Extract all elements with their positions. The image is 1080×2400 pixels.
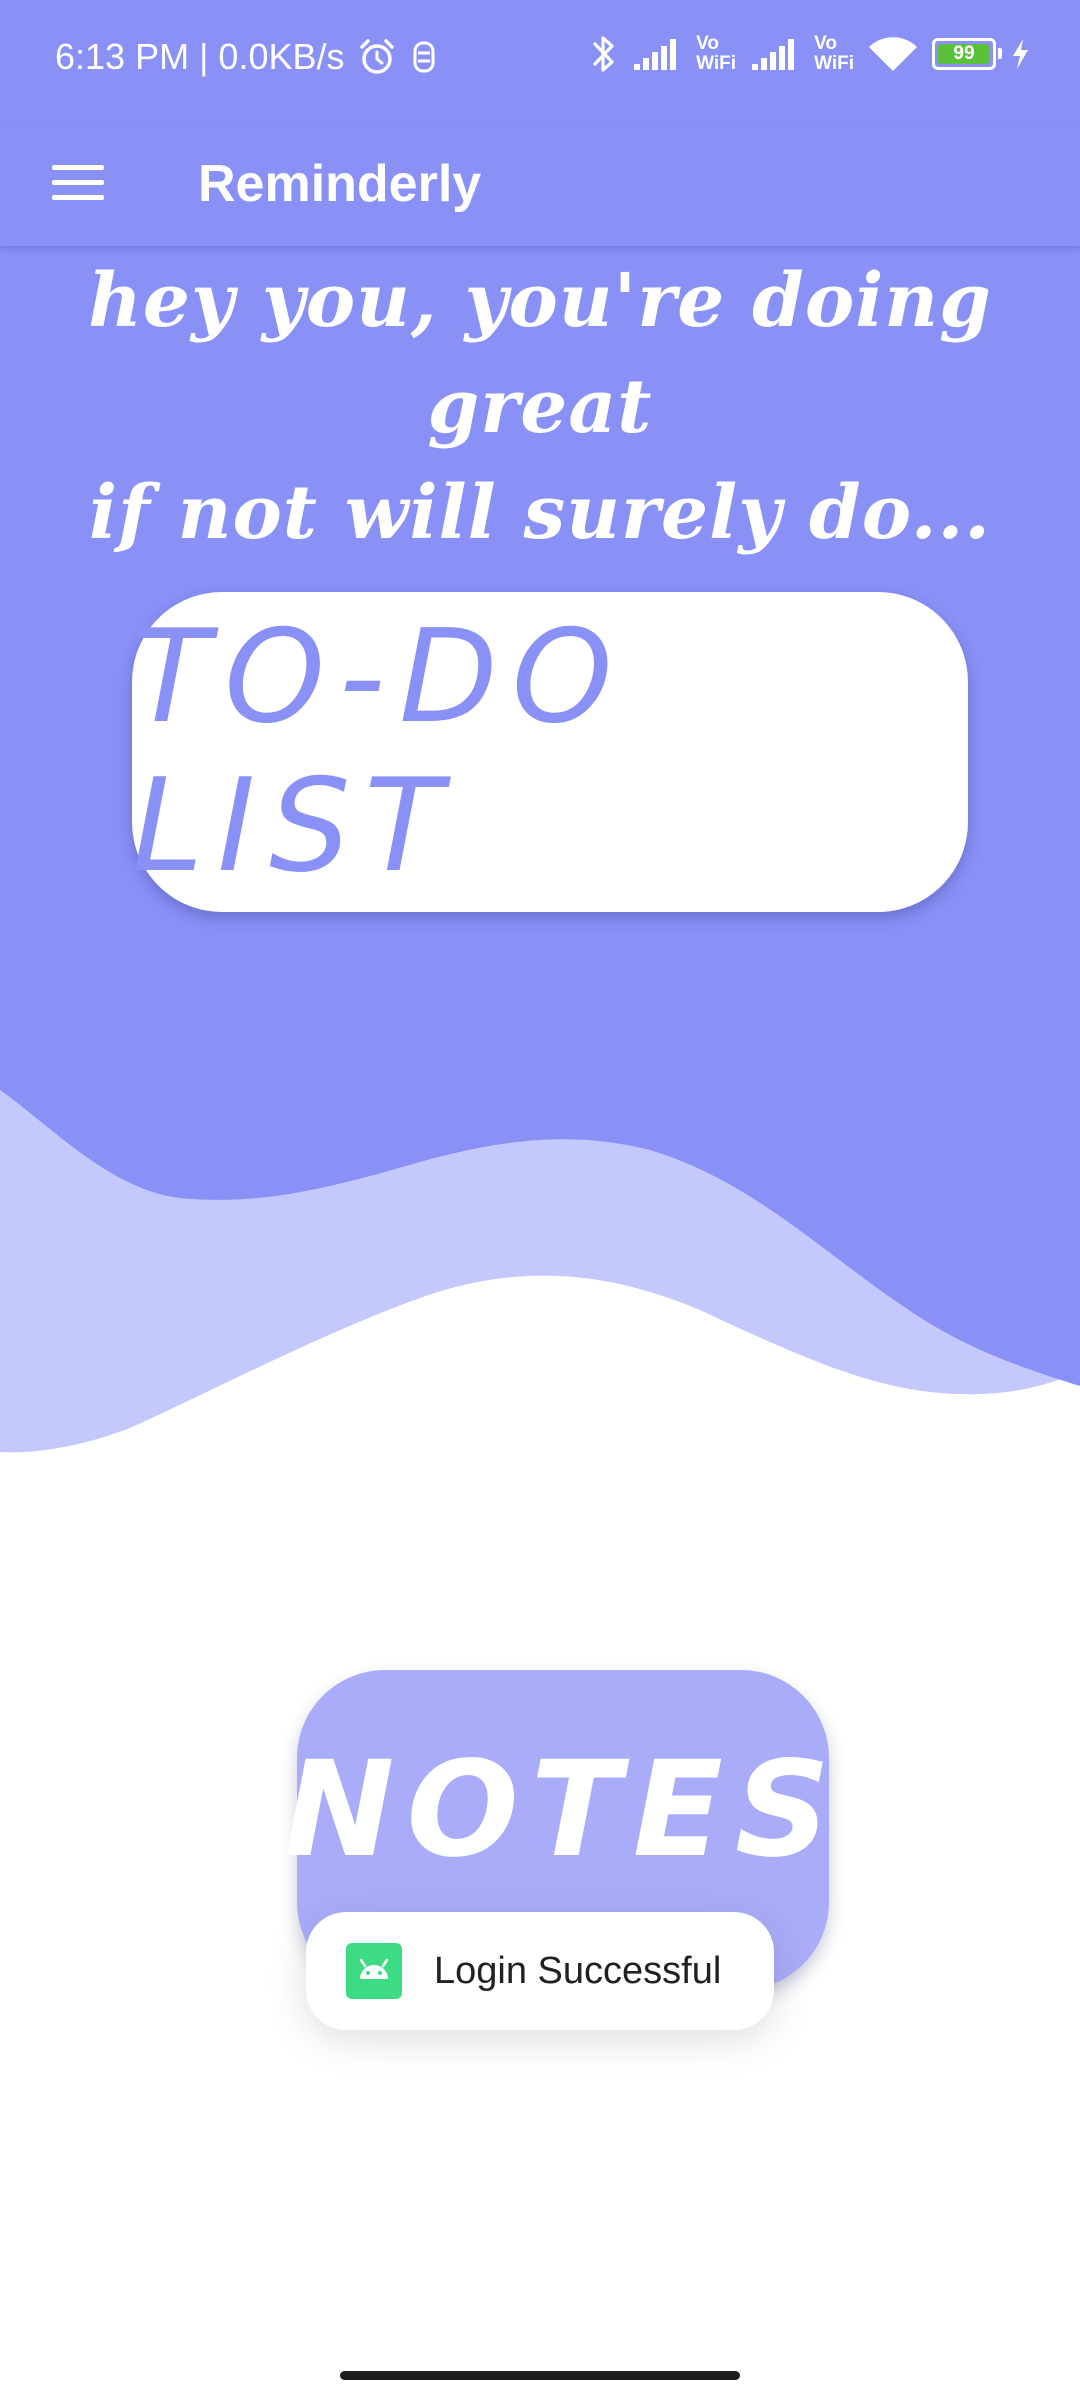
motivational-line-2: if not will surely do... <box>88 470 992 556</box>
android-app-icon <box>346 1943 402 1999</box>
battery-icon: 99 <box>932 38 1002 70</box>
volte-wifi-badge: Vo WiFi <box>814 34 854 74</box>
signal-icon <box>634 39 677 70</box>
signal-icon <box>752 39 795 70</box>
app-title: Reminderly <box>198 155 482 213</box>
alarm-icon <box>359 39 394 74</box>
battery-tip <box>998 48 1002 59</box>
volte-wifi-badge: Vo WiFi <box>696 34 736 74</box>
home-screen: 6:13 PM | 0.0KB/s Vo WiFi Vo WiFi 99 Rem… <box>0 0 1080 2400</box>
motivational-message: hey you, you're doing great if not will … <box>0 248 1080 566</box>
login-toast: Login Successful <box>306 1912 774 2030</box>
home-gesture-bar[interactable] <box>340 2371 740 2380</box>
battery-level: 99 <box>953 43 975 64</box>
status-left: 6:13 PM | 0.0KB/s <box>55 36 439 78</box>
bluetooth-icon <box>593 36 614 72</box>
hamburger-menu-icon[interactable] <box>40 144 116 220</box>
volte-label-top: Vo <box>696 33 719 54</box>
app-bar: Reminderly <box>0 122 1080 246</box>
volte-label-bottom: WiFi <box>814 53 854 74</box>
data-saver-icon <box>413 41 434 73</box>
status-time-speed: 6:13 PM | 0.0KB/s <box>55 36 345 77</box>
charging-icon <box>1013 39 1028 69</box>
status-right: Vo WiFi Vo WiFi 99 <box>590 32 1030 76</box>
todo-list-button[interactable]: TO-DO LIST <box>132 592 968 912</box>
status-bar: 6:13 PM | 0.0KB/s Vo WiFi Vo WiFi 99 <box>0 0 1080 122</box>
motivational-line-1: hey you, you're doing great <box>88 258 992 450</box>
volte-label-top: Vo <box>814 33 837 54</box>
toast-message: Login Successful <box>434 1949 722 1992</box>
volte-label-bottom: WiFi <box>696 53 737 74</box>
wifi-icon <box>869 37 917 71</box>
